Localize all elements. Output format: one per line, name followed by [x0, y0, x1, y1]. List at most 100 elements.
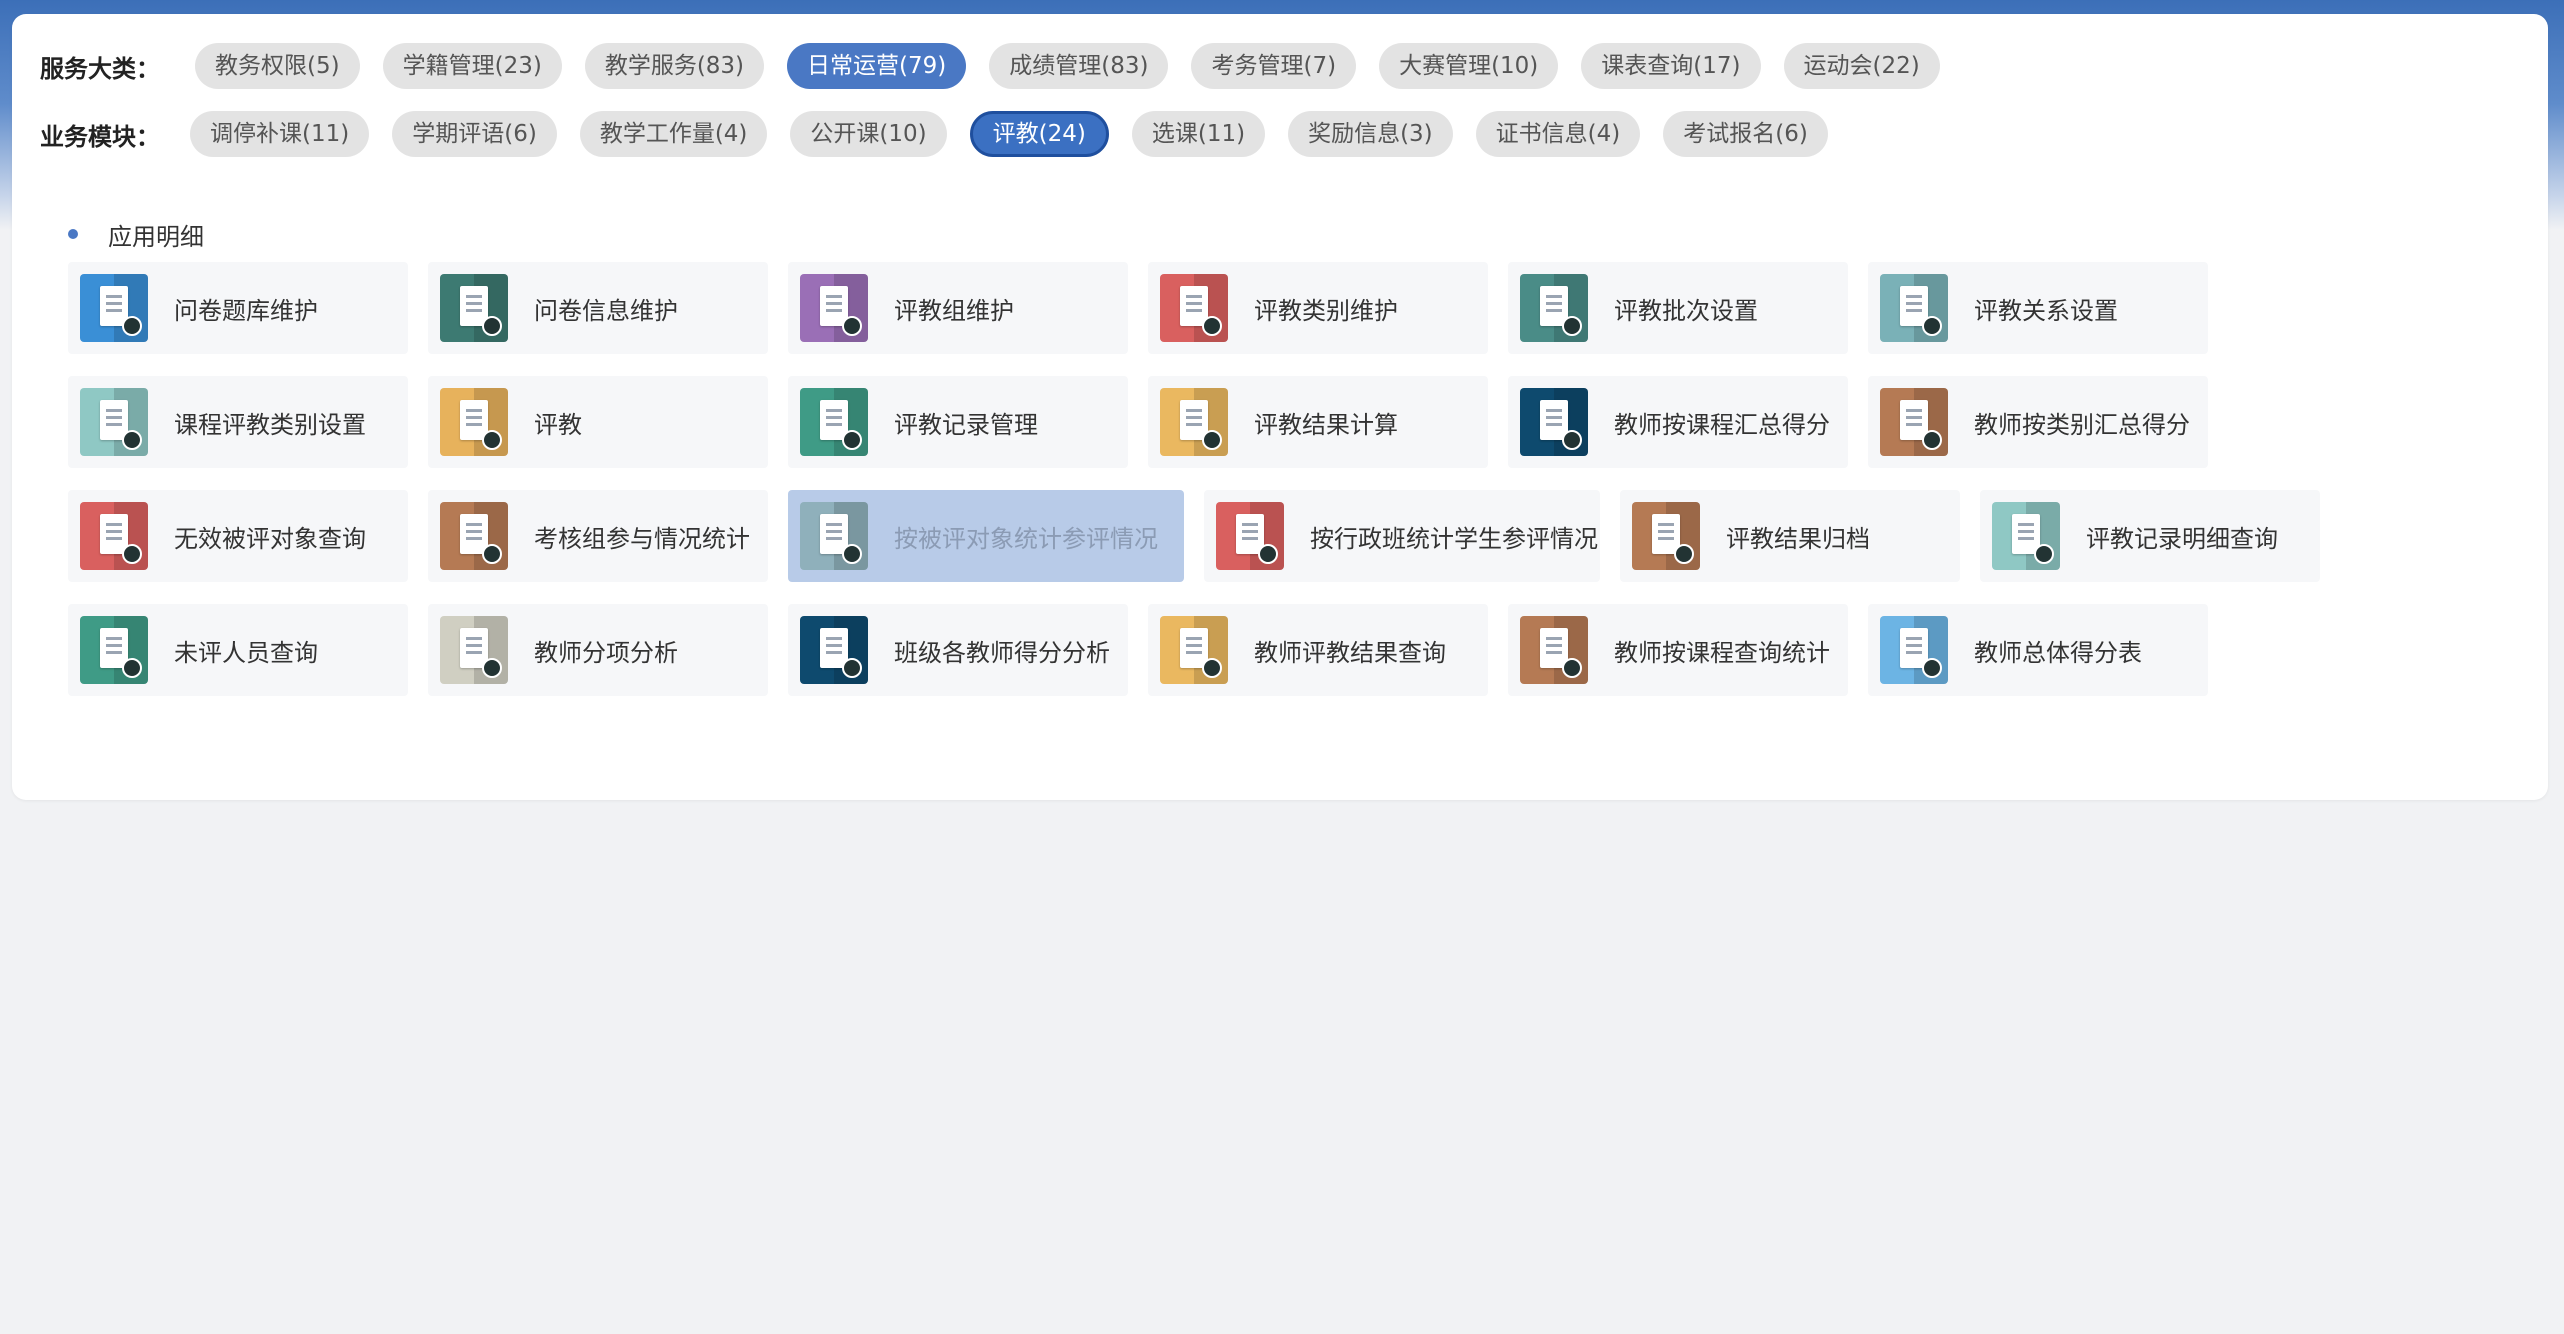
category-chip[interactable]: 运动会(22) [1783, 43, 1940, 89]
clipboard-pen-icon [440, 388, 508, 456]
bullet-dot-icon [68, 229, 78, 239]
app-row: 无效被评对象查询 考核组参与情况统计 按被评对象统计参评情况 按行政班统计学生参评情况… [68, 490, 2468, 582]
category-chip[interactable]: 大赛管理(10) [1379, 43, 1559, 89]
app-card[interactable]: 未评人员查询 [68, 604, 408, 696]
app-grid: 问卷题库维护 问卷信息维护 评教组维护 评教类别维护 评教批次设置 评教关系设置课程评教类… [68, 262, 2468, 718]
business-module-label: 业务模块： [40, 122, 160, 151]
business-module-filter: 业务模块： 调停补课(11) 学期评语(6) 教学工作量(4) 公开课(10) 评教(2… [40, 110, 1851, 158]
app-card-label: 评教记录明细查询 [2086, 524, 2278, 553]
app-card[interactable]: 教师按课程查询统计 [1508, 604, 1848, 696]
id-card-search-icon [80, 502, 148, 570]
module-chip[interactable]: 评教(24) [969, 111, 1109, 157]
app-card[interactable]: 评教类别维护 [1148, 262, 1488, 354]
main-panel: 服务大类： 教务权限(5) 学籍管理(23) 教学服务(83) 日常运营(79) 成绩管… [12, 14, 2548, 800]
app-card[interactable]: 考核组参与情况统计 [428, 490, 768, 582]
clipboard-clock-icon [1520, 274, 1588, 342]
category-chip[interactable]: 学籍管理(23) [382, 43, 562, 89]
module-chip[interactable]: 证书信息(4) [1475, 111, 1641, 157]
monitor-icon [1160, 388, 1228, 456]
calendar-check-icon [800, 616, 868, 684]
certificate-icon [1880, 388, 1948, 456]
category-chip[interactable]: 教务权限(5) [195, 43, 360, 89]
category-chip[interactable]: 考务管理(7) [1191, 43, 1357, 89]
clipboard-gear-icon [80, 388, 148, 456]
app-card[interactable]: 评教结果计算 [1148, 376, 1488, 468]
app-card-label: 教师按类别汇总得分 [1974, 410, 2190, 439]
app-card-label: 教师按课程查询统计 [1614, 638, 1830, 667]
app-card[interactable]: 按行政班统计学生参评情况 [1204, 490, 1600, 582]
module-chip[interactable]: 选课(11) [1131, 111, 1266, 157]
app-card[interactable]: 班级各教师得分分析 [788, 604, 1128, 696]
app-card-label: 教师评教结果查询 [1254, 638, 1446, 667]
monitor-chart-icon [440, 502, 508, 570]
app-card-label: 教师总体得分表 [1974, 638, 2142, 667]
app-row: 问卷题库维护 问卷信息维护 评教组维护 评教类别维护 评教批次设置 评教关系设置 [68, 262, 2468, 354]
clipboard-list-icon [1520, 616, 1588, 684]
app-card[interactable]: 问卷题库维护 [68, 262, 408, 354]
app-card[interactable]: 评教结果归档 [1620, 490, 1960, 582]
app-card-label: 教师按课程汇总得分 [1614, 410, 1830, 439]
app-card[interactable]: 无效被评对象查询 [68, 490, 408, 582]
clipboard-archive-icon [1632, 502, 1700, 570]
form-settings-icon [80, 274, 148, 342]
module-chip[interactable]: 公开课(10) [790, 111, 947, 157]
app-card[interactable]: 评教组维护 [788, 262, 1128, 354]
app-card-label: 评教组维护 [894, 296, 1014, 325]
app-card[interactable]: 教师按类别汇总得分 [1868, 376, 2208, 468]
section-header: 应用明细 [68, 214, 204, 254]
app-card-label: 问卷信息维护 [534, 296, 678, 325]
tablet-user-icon [1880, 274, 1948, 342]
section-title: 应用明细 [108, 222, 204, 251]
clipboard-check-icon [80, 616, 148, 684]
app-card[interactable]: 评教批次设置 [1508, 262, 1848, 354]
category-chip[interactable]: 课表查询(17) [1581, 43, 1761, 89]
calendar-check-icon [1520, 388, 1588, 456]
app-card[interactable]: 评教记录管理 [788, 376, 1128, 468]
building-user-icon [1880, 616, 1948, 684]
app-card-label: 评教记录管理 [894, 410, 1038, 439]
app-card-label: 课程评教类别设置 [174, 410, 366, 439]
category-chip[interactable]: 成绩管理(83) [989, 43, 1169, 89]
app-card[interactable]: 教师总体得分表 [1868, 604, 2208, 696]
app-card[interactable]: 教师评教结果查询 [1148, 604, 1488, 696]
app-card[interactable]: 课程评教类别设置 [68, 376, 408, 468]
app-card-label: 教师分项分析 [534, 638, 678, 667]
app-card[interactable]: 评教记录明细查询 [1980, 490, 2320, 582]
monitor-pulse-icon [1216, 502, 1284, 570]
module-chip[interactable]: 考试报名(6) [1663, 111, 1828, 157]
service-category-label: 服务大类： [40, 54, 160, 83]
module-chip[interactable]: 学期评语(6) [392, 111, 557, 157]
clipboard-tools-icon [440, 274, 508, 342]
app-card[interactable]: 问卷信息维护 [428, 262, 768, 354]
cube-icon [1160, 274, 1228, 342]
app-card-label: 按被评对象统计参评情况 [894, 524, 1158, 553]
notepad-icon [800, 274, 868, 342]
module-chip[interactable]: 奖励信息(3) [1288, 111, 1453, 157]
module-chip[interactable]: 调停补课(11) [190, 111, 370, 157]
document-pen-icon [1160, 616, 1228, 684]
app-card-label: 按行政班统计学生参评情况 [1310, 524, 1598, 553]
app-card-label: 班级各教师得分分析 [894, 638, 1110, 667]
service-category-filter: 服务大类： 教务权限(5) 学籍管理(23) 教学服务(83) 日常运营(79) 成绩管… [40, 42, 1963, 90]
app-card-label: 评教批次设置 [1614, 296, 1758, 325]
app-card-label: 未评人员查询 [174, 638, 318, 667]
app-row: 课程评教类别设置 评教 评教记录管理 评教结果计算 教师按课程汇总得分 教师按类别汇总得分 [68, 376, 2468, 468]
app-card-label: 问卷题库维护 [174, 296, 318, 325]
clipboard-user-icon [1992, 502, 2060, 570]
presentation-board-icon [440, 616, 508, 684]
app-card[interactable]: 教师分项分析 [428, 604, 768, 696]
open-book-icon [800, 502, 868, 570]
app-card[interactable]: 按被评对象统计参评情况 [788, 490, 1184, 582]
app-card[interactable]: 教师按课程汇总得分 [1508, 376, 1848, 468]
app-card-label: 评教结果归档 [1726, 524, 1870, 553]
app-card-label: 评教结果计算 [1254, 410, 1398, 439]
app-card-label: 评教 [534, 410, 582, 439]
app-card[interactable]: 评教关系设置 [1868, 262, 2208, 354]
category-chip[interactable]: 教学服务(83) [584, 43, 765, 89]
app-card[interactable]: 评教 [428, 376, 768, 468]
category-chip[interactable]: 日常运营(79) [787, 43, 967, 89]
app-row: 未评人员查询 教师分项分析 班级各教师得分分析 教师评教结果查询 教师按课程查询统计 教师… [68, 604, 2468, 696]
app-card-label: 评教关系设置 [1974, 296, 2118, 325]
module-chip[interactable]: 教学工作量(4) [579, 111, 768, 157]
app-card-label: 评教类别维护 [1254, 296, 1398, 325]
